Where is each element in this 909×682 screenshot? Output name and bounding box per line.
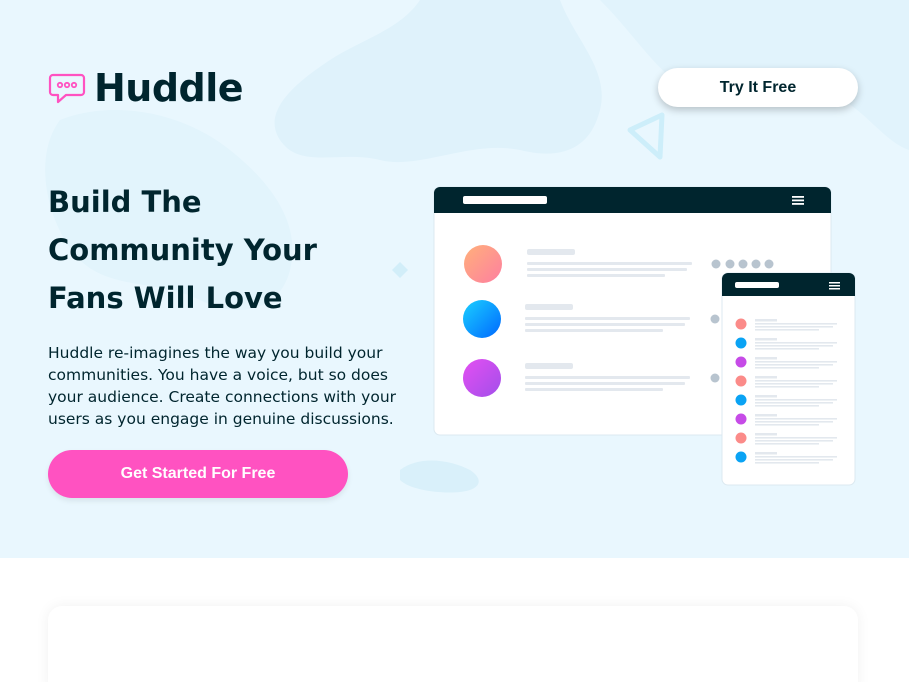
get-started-button[interactable]: Get Started For Free xyxy=(48,450,348,498)
huddle-logo[interactable]: Huddle xyxy=(48,66,244,110)
hero-headline: Build The Community Your Fans Will Love xyxy=(48,185,317,315)
brand-name: Huddle xyxy=(94,66,244,110)
hero-description: Huddle re-imagines the way you build you… xyxy=(48,344,397,428)
try-it-free-button[interactable]: Try It Free xyxy=(658,68,858,107)
chat-bubble-icon xyxy=(48,73,86,104)
features-card xyxy=(48,606,858,682)
